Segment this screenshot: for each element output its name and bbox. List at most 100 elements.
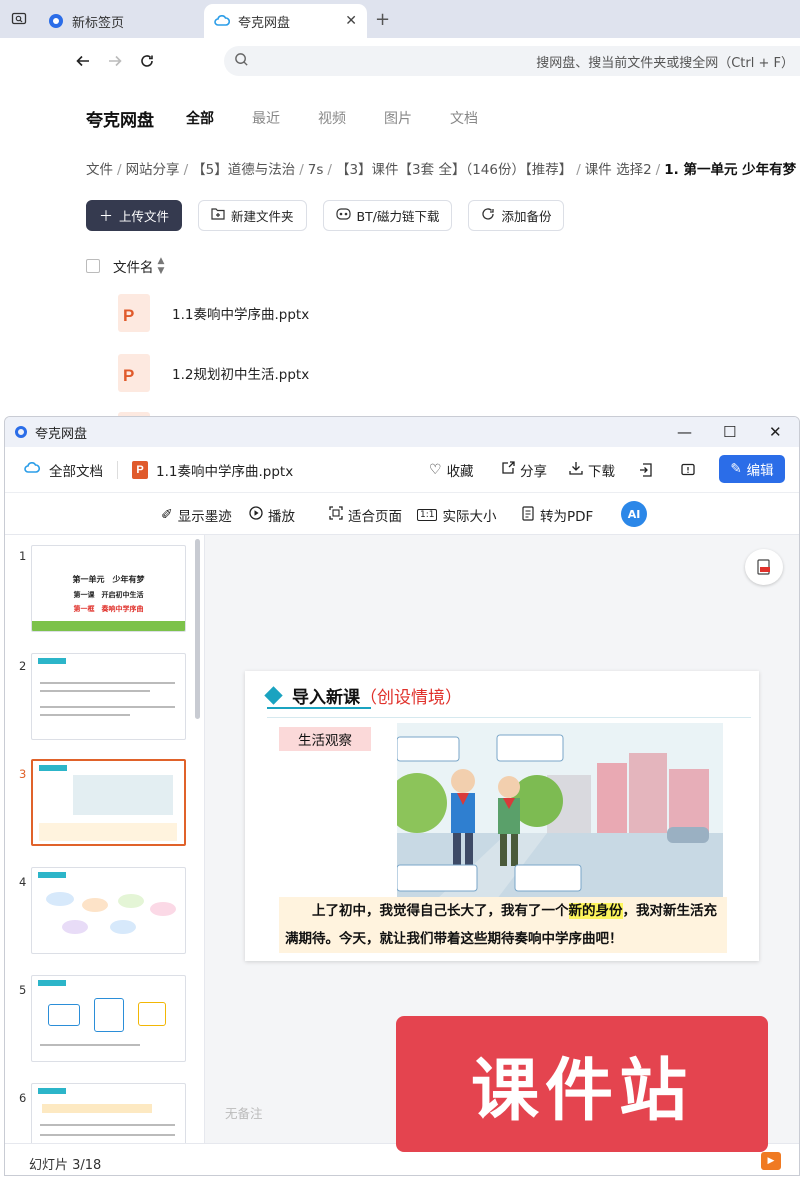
forward-arrow-icon[interactable]: [104, 50, 126, 72]
thumb-text-line: [40, 1134, 175, 1136]
slide-text-highlight: 新的身份: [568, 903, 623, 919]
thumb-subtitle: 第一课 开启初中生活: [73, 591, 144, 599]
thumb-illustration: [73, 775, 173, 815]
heart-icon: ♡: [429, 462, 442, 478]
convert-pdf-button[interactable]: 转为PDF: [521, 505, 593, 525]
breadcrumb-item[interactable]: 文件: [86, 162, 113, 178]
thumb-text-line: [40, 706, 175, 708]
slideshow-play-icon[interactable]: ▶: [761, 1152, 781, 1170]
fit-page-button[interactable]: 适合页面: [329, 505, 402, 525]
pptx-file-icon: [118, 294, 150, 332]
new-folder-button[interactable]: 新建文件夹: [198, 200, 307, 231]
current-file: P 1.1奏响中学序曲.pptx: [132, 460, 293, 480]
open-external-icon[interactable]: [639, 447, 653, 493]
share-icon: [501, 461, 515, 479]
pdf-convert-icon: [521, 505, 535, 525]
thumbnail-scrollbar[interactable]: [195, 539, 200, 719]
tab-video[interactable]: 视频: [318, 108, 346, 128]
file-row[interactable]: 1.1奏响中学序曲.pptx: [118, 294, 309, 332]
thumb-bubble: [110, 920, 136, 934]
minimize-icon[interactable]: —: [677, 423, 692, 441]
tab-label: 夸克网盘: [238, 15, 291, 31]
report-icon[interactable]: [681, 447, 695, 493]
actual-size-icon: 1:1: [417, 509, 438, 521]
thumb-box: [48, 1004, 80, 1026]
download-button[interactable]: 下载: [569, 447, 615, 493]
thumb-text-line: [40, 690, 150, 692]
close-tab-icon[interactable]: ✕: [345, 13, 357, 29]
life-observation-label: 生活观察: [279, 727, 371, 751]
maximize-icon[interactable]: ☐: [723, 423, 736, 441]
notes-placeholder[interactable]: 无备注: [225, 1103, 263, 1122]
viewer-subtoolbar: ✐ 显示墨迹 播放 适合页面 1:1 实际大小 转为PDF AI: [5, 493, 799, 535]
ai-label: AI: [627, 507, 641, 521]
slide-thumbnail-3-selected[interactable]: [31, 759, 186, 846]
upload-button[interactable]: ＋ 上传文件: [86, 200, 183, 231]
breadcrumb: 文件 / 网站分享 / 【5】道德与法治/7s / 【3】课件【3套 全】（146份）【推荐…: [86, 162, 797, 178]
file-name: 1.1奏响中学序曲.pptx: [172, 307, 310, 323]
toolbar-divider: [117, 460, 118, 479]
favorite-button[interactable]: ♡ 收藏: [429, 447, 474, 493]
bt-download-button[interactable]: BT/磁力链下载: [322, 200, 453, 231]
tab-search-icon[interactable]: [6, 7, 32, 31]
slide-thumbnail-5[interactable]: [31, 975, 186, 1062]
show-ink-button[interactable]: ✐ 显示墨迹: [161, 505, 232, 525]
share-label: 分享: [520, 464, 547, 480]
browser-logo-icon: [48, 13, 64, 29]
pdf-export-icon[interactable]: [745, 549, 783, 585]
tab-new-tab[interactable]: 新标签页: [38, 4, 203, 38]
download-icon: [569, 461, 583, 479]
current-slide: 导入新课 （创设情境） 生活观察 上了初中，我觉得自己长大了，我有了一个新的身份…: [245, 671, 759, 961]
cloud-drive-icon: [23, 460, 41, 480]
download-label: 下载: [588, 464, 615, 480]
search-input[interactable]: 搜网盘、搜当前文件夹或搜全网（Ctrl + F）: [224, 46, 800, 76]
slide-thumbnail-2[interactable]: [31, 653, 186, 740]
file-name-column[interactable]: 文件名: [113, 256, 154, 276]
thumb-text-line: [40, 682, 175, 684]
breadcrumb-item[interactable]: 网站分享: [126, 162, 180, 178]
tab-document[interactable]: 文档: [450, 108, 478, 128]
edit-label: 编辑: [746, 463, 774, 479]
thumb-bubble: [118, 894, 144, 908]
play-button[interactable]: 播放: [249, 505, 295, 525]
sort-icon[interactable]: ▲ ▼: [158, 256, 165, 276]
thumb-title: 第一单元 少年有梦: [72, 575, 145, 584]
new-tab-plus-icon[interactable]: +: [375, 9, 390, 30]
slide-thumbnail-1[interactable]: 第一单元 少年有梦 第一课 开启初中生活 第一框 奏响中学序曲: [31, 545, 186, 632]
show-ink-label: 显示墨迹: [177, 509, 232, 525]
close-window-icon[interactable]: ✕: [769, 423, 782, 441]
tab-image[interactable]: 图片: [384, 108, 412, 128]
breadcrumb-item[interactable]: 【3】课件【3套 全】（146份）【推荐】: [336, 162, 572, 178]
ai-assistant-button[interactable]: AI: [621, 501, 647, 527]
slide-title: 导入新课 （创设情境）: [264, 683, 462, 708]
address-bar: 搜网盘、搜当前文件夹或搜全网（Ctrl + F）: [0, 38, 800, 84]
back-arrow-icon[interactable]: [72, 50, 94, 72]
tab-quark-drive[interactable]: 夸克网盘 ✕: [204, 4, 367, 38]
tab-all[interactable]: 全部: [186, 108, 214, 128]
slide-thumbnail-4[interactable]: [31, 867, 186, 954]
file-row[interactable]: 1.2规划初中生活.pptx: [118, 354, 309, 392]
upload-label: 上传文件: [119, 209, 170, 224]
diamond-bullet-icon: [264, 686, 283, 705]
add-backup-label: 添加备份: [501, 209, 552, 224]
edit-button[interactable]: ✎ 编辑: [719, 455, 785, 483]
actual-size-button[interactable]: 1:1 实际大小: [417, 505, 496, 525]
actual-size-label: 实际大小: [442, 509, 497, 525]
thumb-grass-decoration: [32, 621, 185, 631]
share-button[interactable]: 分享: [501, 447, 547, 493]
tab-recent[interactable]: 最近: [252, 108, 280, 128]
select-all-checkbox[interactable]: [86, 259, 100, 273]
reload-icon[interactable]: [136, 50, 158, 72]
cloud-drive-icon: [214, 13, 231, 29]
breadcrumb-item[interactable]: 7s: [308, 162, 324, 178]
thumb-highlight-line: [42, 1104, 152, 1113]
watermark-stamp: 课件站: [396, 1016, 768, 1152]
slide-thumbnail-6[interactable]: [31, 1083, 186, 1143]
add-backup-button[interactable]: 添加备份: [468, 200, 565, 231]
current-file-name: 1.1奏响中学序曲.pptx: [156, 463, 294, 480]
breadcrumb-item[interactable]: 课件 选择2: [585, 162, 652, 178]
all-docs-button[interactable]: 全部文档: [23, 460, 103, 480]
breadcrumb-item[interactable]: 【5】道德与法治: [192, 162, 295, 178]
tab-label: 新标签页: [72, 15, 125, 31]
file-list-header: 文件名 ▲ ▼: [86, 256, 164, 276]
